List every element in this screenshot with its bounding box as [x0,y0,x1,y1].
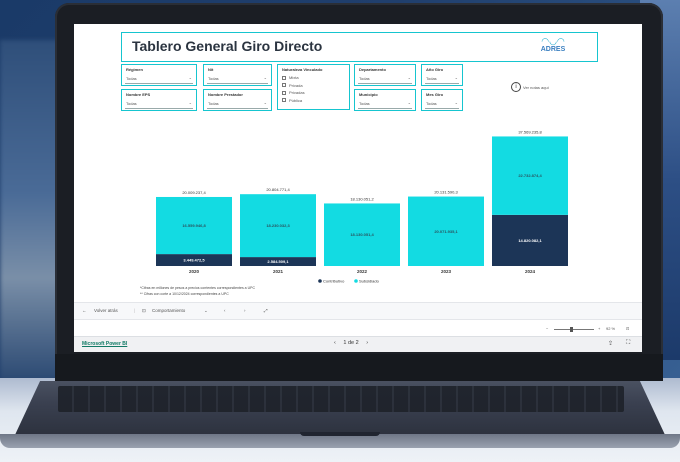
page-icon: ⊡ [142,308,146,313]
page-tab-comportamiento[interactable]: Comportamiento [152,308,185,313]
share-icon[interactable]: ⇪ [608,340,613,347]
option-publica[interactable]: Pública [282,97,305,105]
regimen-dropdown[interactable]: Todas ⌄ [125,75,193,84]
fit-page-icon[interactable]: ⊡ [626,326,629,331]
x-tick-2021: 2021 [273,269,284,274]
filter-nombre-prestador[interactable]: Nombre Prestador Todas ⌄ [203,89,272,111]
info-notes[interactable]: i Ver notas aquí [511,82,549,92]
back-button[interactable]: Volver atrás [94,308,118,313]
divider: | [134,308,136,313]
departamento-dropdown[interactable]: Todas ⌄ [358,75,412,84]
zoom-control[interactable]: − + 92 % ⊡ [546,326,636,334]
option-mixta[interactable]: Mixta [282,74,305,82]
mes-giro-dropdown[interactable]: Todas ⌄ [425,100,459,109]
laptop-base-edge [0,434,680,448]
chevron-down-icon: ⌄ [454,75,458,80]
filter-municipio[interactable]: Municipio Todas ⌄ [354,89,416,111]
legend-label-contributivo: Contributivo [323,279,345,284]
total-label-2023: 20.131.590,3 [434,190,458,195]
data-label-subsidiado-2022: 18.130.051,4 [350,232,374,237]
x-tick-2023: 2023 [441,269,452,274]
back-arrow-icon[interactable]: ← [82,308,87,313]
data-label-contributivo-2021: 2.584.509,1 [267,259,289,264]
nit-dropdown[interactable]: Todas ⌄ [207,75,268,84]
status-bar: Microsoft Power BI ‹ 1 de 2 › ⇪ ⛶ [74,336,642,352]
data-label-subsidiado-2024: 22.732.874,4 [518,173,542,178]
prev-page-icon[interactable]: ‹ [224,308,226,313]
chevron-down-icon: ⌄ [263,100,267,105]
option-privadas[interactable]: Privadas [282,89,305,97]
prev-page-icon[interactable]: ‹ [334,340,336,346]
municipio-dropdown[interactable]: Todas ⌄ [358,100,412,109]
filter-nombre-eps[interactable]: Nombre EPS Todas ⌄ [121,89,197,111]
x-tick-2024: 2024 [525,269,536,274]
filter-departamento[interactable]: Departamento Todas ⌄ [354,64,416,86]
laptop-chin [55,354,663,381]
anio-giro-dropdown[interactable]: Todas ⌄ [425,75,459,84]
background-left [0,40,60,380]
laptop-keyboard [58,386,624,412]
total-label-2022: 18.130.051,2 [350,196,374,201]
chevron-down-icon: ⌄ [407,100,411,105]
filter-mes-giro[interactable]: Mes Giro Todas ⌄ [421,89,463,111]
zoom-level: 92 % [606,326,616,331]
expand-icon[interactable]: ⤢ [264,308,268,313]
chevron-down-icon: ⌄ [188,75,192,80]
page-navigation-bar: ← Volver atrás | ⊡ Comportamiento ⌄ ‹ › … [74,302,642,320]
report-header: Tablero General Giro Directo ◠◡◠ ADRES [121,32,598,62]
fullscreen-icon[interactable]: ⛶ [626,340,630,347]
total-label-2021: 20.804.771,4 [266,187,290,192]
info-icon[interactable]: i [511,82,521,92]
data-label-subsidiado-2023: 20.071.935,1 [434,229,458,234]
footnote-2: ** Cifras con corte a 10/12/2024 corresp… [140,292,229,296]
total-label-2020: 20.009.237,4 [182,190,206,195]
total-label-2024: 37.569.235,8 [518,129,542,134]
filter-regimen[interactable]: Régimen Todas ⌄ [121,64,197,86]
legend-label-subsidiado: Subsidiado [359,279,380,284]
legend-marker-subsidiado [354,279,358,283]
filter-nit[interactable]: Nit Todas ⌄ [203,64,272,86]
chevron-down-icon: ⌄ [188,100,192,105]
zoom-slider-track[interactable] [554,329,594,330]
laptop-notch [300,432,380,436]
chevron-down-icon[interactable]: ⌄ [204,308,208,314]
page-indicator: 1 de 2 [343,340,359,346]
footnote-1: *Cifras en millones de pesos a precios c… [140,286,255,290]
chevron-down-icon: ⌄ [454,100,458,105]
chart-svg: 3.449.472,5 16.559.946,8 20.009.237,4 2020 2… [156,129,568,284]
option-privada[interactable]: Privada [282,82,305,90]
adres-logo: ◠◡◠ ADRES [533,36,573,58]
data-label-contributivo-2024: 14.820.082,1 [518,238,542,243]
pager: ‹ 1 de 2 › [334,340,368,346]
filter-anio-giro[interactable]: Año Giro Todas ⌄ [421,64,463,86]
filter-naturaleza[interactable]: Naturaleza Vinculado Mixta Privada Priva… [277,64,350,110]
nombre-eps-dropdown[interactable]: Todas ⌄ [125,100,193,109]
power-bi-link[interactable]: Microsoft Power BI [82,341,127,347]
logo-icon: ◠◡◠ [541,36,565,46]
data-label-subsidiado-2020: 16.559.946,8 [182,223,206,228]
chevron-down-icon: ⌄ [407,75,411,80]
chevron-down-icon: ⌄ [263,75,267,80]
data-label-contributivo-2020: 3.449.472,5 [183,258,205,263]
legend-marker-contributivo [318,279,322,283]
naturaleza-options: Mixta Privada Privadas Pública [282,74,305,104]
report-title: Tablero General Giro Directo [132,38,323,54]
screen: Tablero General Giro Directo ◠◡◠ ADRES R… [74,24,642,352]
x-tick-2020: 2020 [189,269,200,274]
next-page-icon[interactable]: › [366,340,368,346]
zoom-in-icon[interactable]: + [598,326,600,331]
stacked-bar-chart: 3.449.472,5 16.559.946,8 20.009.237,4 2020 2… [120,120,596,286]
zoom-slider-thumb[interactable] [570,327,573,332]
data-label-subsidiado-2021: 18.230.032,3 [266,223,290,228]
next-page-icon[interactable]: › [244,308,246,313]
zoom-out-icon[interactable]: − [546,326,548,331]
nombre-prestador-dropdown[interactable]: Todas ⌄ [207,100,268,109]
x-tick-2022: 2022 [357,269,368,274]
